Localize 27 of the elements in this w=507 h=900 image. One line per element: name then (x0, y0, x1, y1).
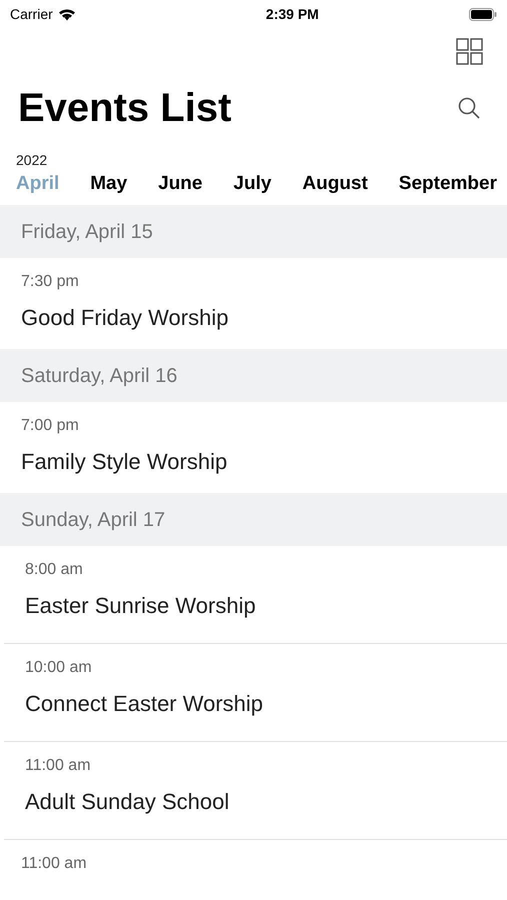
wifi-icon (58, 8, 76, 20)
search-button[interactable] (457, 96, 481, 120)
status-time: 2:39 PM (266, 4, 319, 24)
event-time: 11:00 am (21, 854, 87, 874)
month-tab[interactable]: May (90, 172, 128, 196)
event-title[interactable]: Connect Easter Worship (25, 690, 264, 718)
year-label: 2022 (15, 151, 48, 169)
battery-icon (468, 8, 497, 20)
day-header: Sunday, April 17 (0, 493, 507, 546)
event-title[interactable]: Family Style Worship (21, 448, 228, 476)
month-tab[interactable]: July (233, 172, 272, 196)
event-title[interactable]: Adult Sunday School (25, 788, 230, 816)
grid-view-button[interactable] (456, 38, 483, 65)
day-header: Friday, April 15 (0, 205, 507, 258)
event-time: 11:00 am (25, 756, 91, 776)
event-title[interactable]: Good Friday Worship (21, 304, 228, 332)
event-title[interactable]: Easter Sunrise Worship (25, 592, 256, 620)
month-tab[interactable]: June (158, 172, 202, 196)
page-title: Events List (18, 88, 232, 128)
event-time: 8:00 am (25, 560, 83, 580)
month-tab[interactable]: August (302, 172, 368, 196)
month-tab[interactable]: September (398, 172, 497, 196)
day-header: Saturday, April 16 (0, 349, 507, 402)
event-time: 10:00 am (25, 658, 92, 678)
event-time: 7:00 pm (21, 416, 79, 436)
event-time: 7:30 pm (21, 272, 79, 292)
carrier-label: Carrier (10, 4, 53, 24)
